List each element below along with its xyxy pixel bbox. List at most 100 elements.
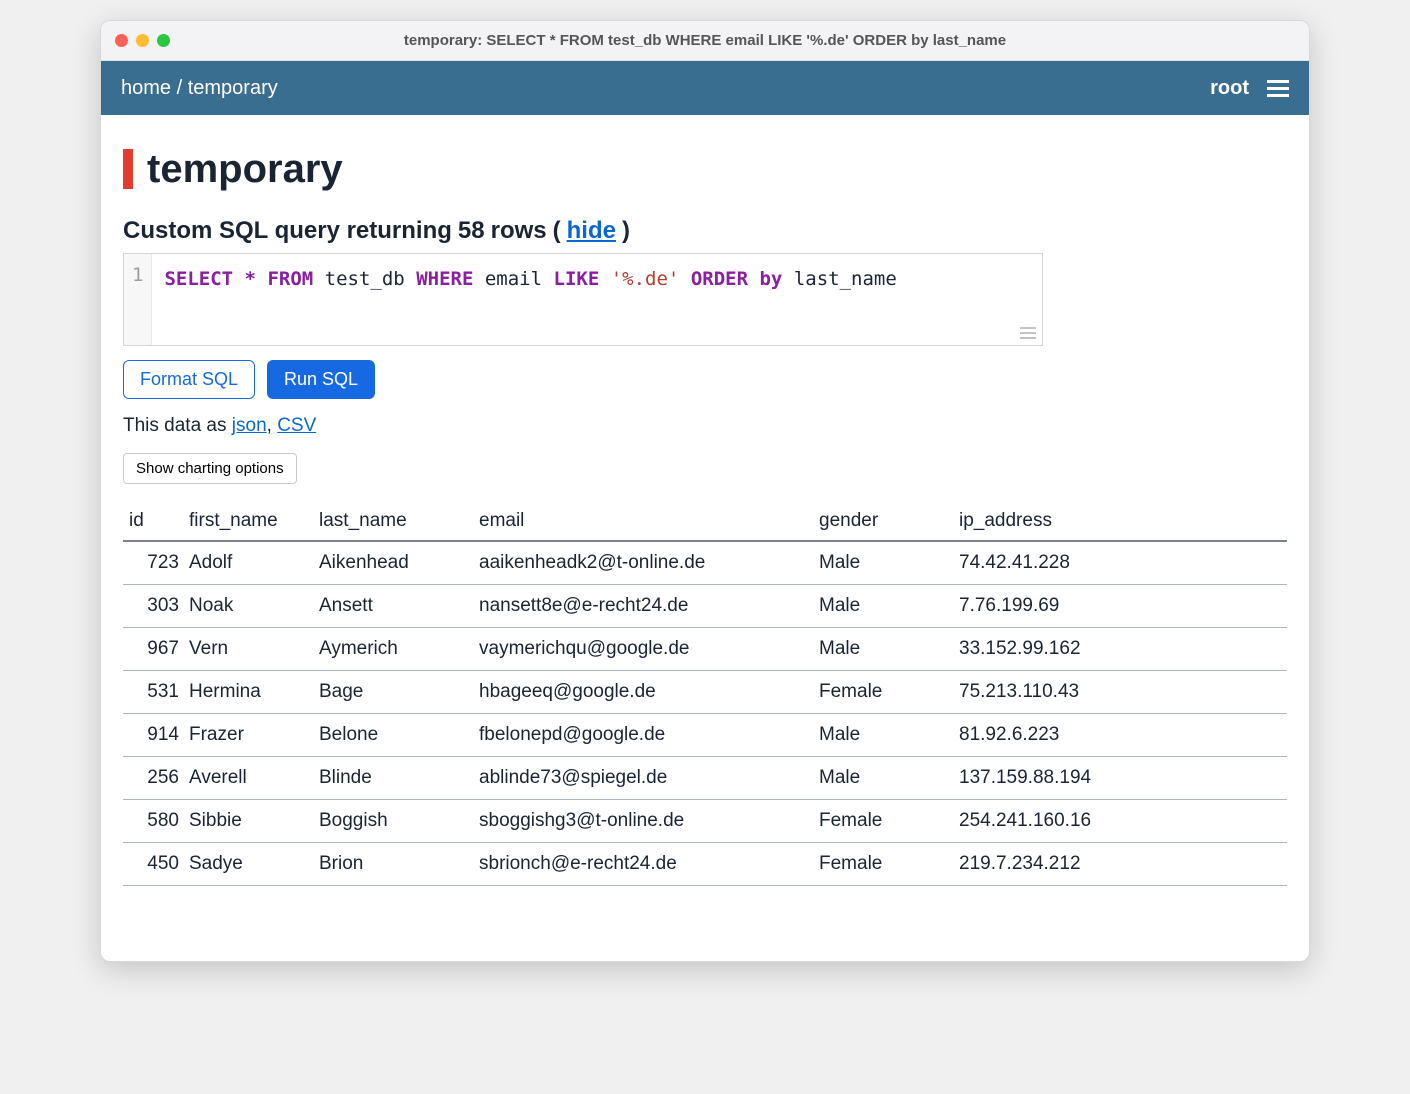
cell-ip_address: 75.213.110.43 — [953, 671, 1287, 714]
cell-ip_address: 74.42.41.228 — [953, 541, 1287, 585]
cell-last_name: Blinde — [313, 757, 473, 800]
cell-first_name: Averell — [183, 757, 313, 800]
cell-last_name: Aymerich — [313, 628, 473, 671]
sql-token — [473, 268, 484, 290]
topbar-right: root — [1210, 77, 1289, 100]
sql-token: test_db — [325, 268, 405, 290]
cell-first_name: Vern — [183, 628, 313, 671]
page-title: temporary — [123, 149, 1287, 189]
summary-rowcount: 58 — [458, 217, 485, 245]
export-prefix: This data as — [123, 415, 232, 436]
cell-ip_address: 7.76.199.69 — [953, 585, 1287, 628]
sql-token: FROM — [267, 268, 313, 290]
column-header-last_name[interactable]: last_name — [313, 504, 473, 541]
editor-code[interactable]: SELECT * FROM test_db WHERE email LIKE '… — [152, 254, 1042, 345]
cell-last_name: Brion — [313, 843, 473, 886]
current-user[interactable]: root — [1210, 77, 1249, 100]
window-title: temporary: SELECT * FROM test_db WHERE e… — [404, 32, 1006, 49]
sql-token: email — [485, 268, 542, 290]
export-csv-link[interactable]: CSV — [277, 415, 316, 436]
result-summary: Custom SQL query returning 58 rows (hide… — [123, 217, 1287, 245]
cell-id: 450 — [123, 843, 183, 886]
export-json-link[interactable]: json — [232, 415, 267, 436]
show-charting-button[interactable]: Show charting options — [123, 453, 297, 484]
results-tbody: 723AdolfAikenheadaaikenheadk2@t-online.d… — [123, 541, 1287, 886]
cell-first_name: Hermina — [183, 671, 313, 714]
cell-ip_address: 137.159.88.194 — [953, 757, 1287, 800]
menu-icon[interactable] — [1267, 80, 1289, 97]
cell-last_name: Bage — [313, 671, 473, 714]
cell-last_name: Boggish — [313, 800, 473, 843]
breadcrumb-home[interactable]: home — [121, 77, 171, 99]
cell-ip_address: 219.7.234.212 — [953, 843, 1287, 886]
summary-lparen: ( — [553, 217, 561, 245]
column-header-email[interactable]: email — [473, 504, 813, 541]
cell-last_name: Ansett — [313, 585, 473, 628]
table-row[interactable]: 967VernAymerichvaymerichqu@google.deMale… — [123, 628, 1287, 671]
cell-id: 723 — [123, 541, 183, 585]
sql-token — [782, 268, 793, 290]
cell-gender: Female — [813, 671, 953, 714]
cell-ip_address: 254.241.160.16 — [953, 800, 1287, 843]
zoom-icon[interactable] — [157, 34, 170, 47]
sql-buttons: Format SQL Run SQL — [123, 360, 1287, 399]
cell-email: sboggishg3@t-online.de — [473, 800, 813, 843]
column-header-gender[interactable]: gender — [813, 504, 953, 541]
cell-first_name: Sibbie — [183, 800, 313, 843]
format-sql-button[interactable]: Format SQL — [123, 360, 255, 399]
summary-rows-word: rows — [491, 217, 547, 245]
cell-id: 303 — [123, 585, 183, 628]
cell-email: ablinde73@spiegel.de — [473, 757, 813, 800]
cell-email: hbageeq@google.de — [473, 671, 813, 714]
sql-token: last_name — [794, 268, 897, 290]
window-controls — [115, 34, 170, 47]
table-row[interactable]: 723AdolfAikenheadaaikenheadk2@t-online.d… — [123, 541, 1287, 585]
sql-token — [405, 268, 416, 290]
sql-token: by — [759, 268, 782, 290]
cell-id: 256 — [123, 757, 183, 800]
minimize-icon[interactable] — [136, 34, 149, 47]
cell-email: aaikenheadk2@t-online.de — [473, 541, 813, 585]
column-header-first_name[interactable]: first_name — [183, 504, 313, 541]
sql-token: WHERE — [416, 268, 473, 290]
app-window: temporary: SELECT * FROM test_db WHERE e… — [100, 20, 1310, 962]
cell-id: 914 — [123, 714, 183, 757]
hide-link[interactable]: hide — [567, 217, 616, 245]
cell-first_name: Frazer — [183, 714, 313, 757]
sql-token: '%.de' — [611, 268, 680, 290]
results-thead: idfirst_namelast_nameemailgenderip_addre… — [123, 504, 1287, 541]
breadcrumb: home / temporary — [121, 77, 278, 100]
run-sql-button[interactable]: Run SQL — [267, 360, 375, 399]
table-row[interactable]: 914FrazerBelonefbelonepd@google.deMale81… — [123, 714, 1287, 757]
cell-last_name: Aikenhead — [313, 541, 473, 585]
summary-rparen: ) — [622, 217, 630, 245]
sql-token: LIKE — [554, 268, 600, 290]
resize-handle-icon[interactable] — [1020, 327, 1036, 339]
close-icon[interactable] — [115, 34, 128, 47]
cell-last_name: Belone — [313, 714, 473, 757]
table-row[interactable]: 303NoakAnsettnansett8e@e-recht24.deMale7… — [123, 585, 1287, 628]
table-row[interactable]: 256AverellBlindeablinde73@spiegel.deMale… — [123, 757, 1287, 800]
sql-token — [748, 268, 759, 290]
cell-gender: Male — [813, 541, 953, 585]
cell-ip_address: 33.152.99.162 — [953, 628, 1287, 671]
cell-id: 580 — [123, 800, 183, 843]
table-row[interactable]: 580SibbieBoggishsboggishg3@t-online.deFe… — [123, 800, 1287, 843]
cell-ip_address: 81.92.6.223 — [953, 714, 1287, 757]
content-scroll[interactable]: home / temporary root temporary Custom S… — [101, 61, 1309, 961]
export-links: This data as json, CSV — [123, 415, 1287, 437]
column-header-ip_address[interactable]: ip_address — [953, 504, 1287, 541]
cell-email: vaymerichqu@google.de — [473, 628, 813, 671]
export-sep: , — [267, 415, 278, 436]
column-header-id[interactable]: id — [123, 504, 183, 541]
sql-editor[interactable]: 1 SELECT * FROM test_db WHERE email LIKE… — [123, 253, 1043, 346]
table-row[interactable]: 450SadyeBrionsbrionch@e-recht24.deFemale… — [123, 843, 1287, 886]
sql-token — [256, 268, 267, 290]
cell-gender: Male — [813, 585, 953, 628]
sql-token — [542, 268, 553, 290]
cell-gender: Female — [813, 843, 953, 886]
cell-gender: Male — [813, 757, 953, 800]
summary-prefix: Custom SQL query returning — [123, 217, 452, 245]
cell-email: sbrionch@e-recht24.de — [473, 843, 813, 886]
table-row[interactable]: 531HerminaBagehbageeq@google.deFemale75.… — [123, 671, 1287, 714]
